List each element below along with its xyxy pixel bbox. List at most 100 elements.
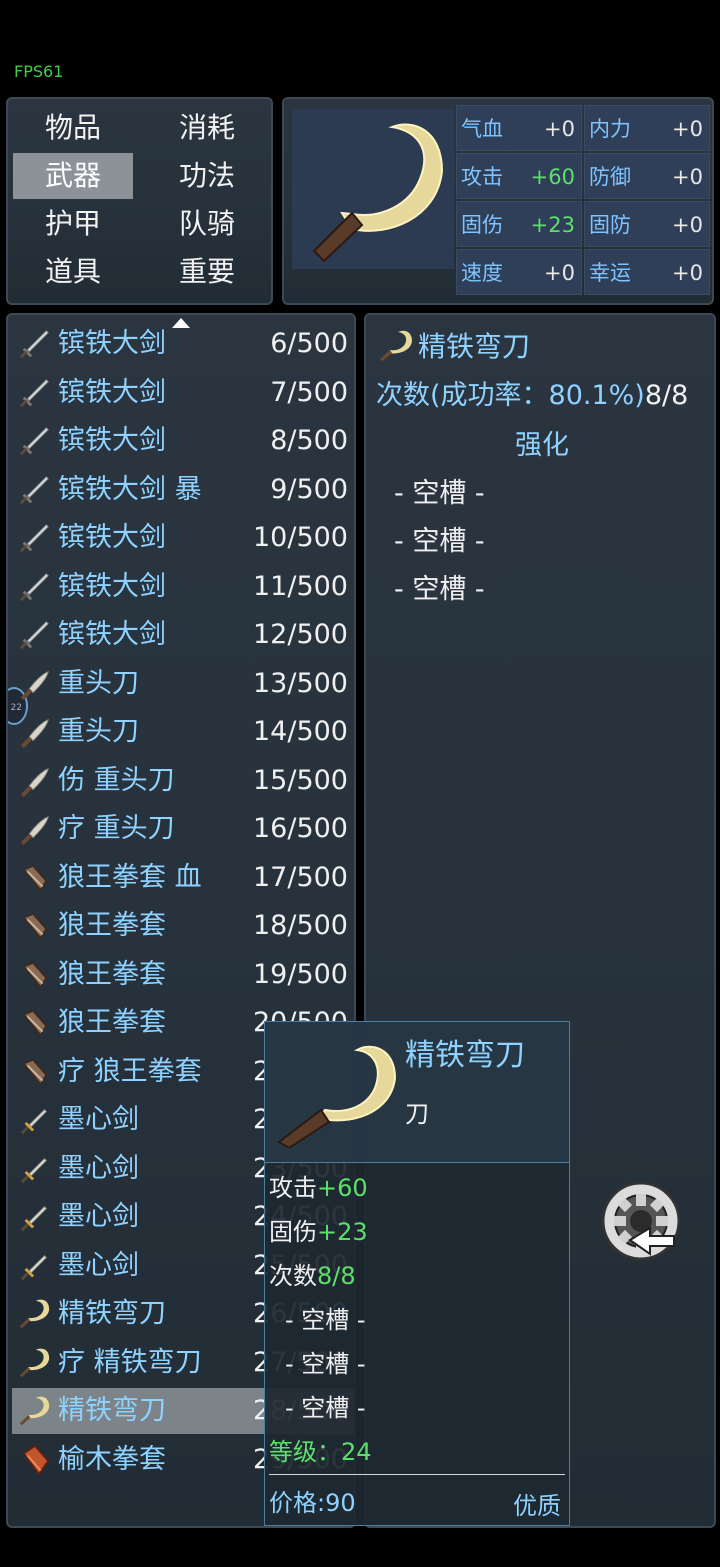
tooltip-attack: 攻击+60 [269,1168,368,1203]
tooltip-header: 精铁弯刀 刀 [265,1022,569,1163]
item-name: 墨心剑 [58,1249,139,1281]
list-item[interactable]: 镔铁大剑 12/500 [12,612,354,658]
item-count: 9/500 [270,473,348,505]
enhance-times: 次数(成功率：80.1%)8/8 [376,373,688,412]
tooltip-price: 价格:90 [269,1489,356,1517]
stat-name: 固伤 [461,213,503,237]
stat-name: 防御 [589,165,631,189]
list-item[interactable]: 镔铁大剑 10/500 [12,515,354,561]
item-name: 墨心剑 [58,1104,139,1135]
stat-cell: 气血 +0 [456,105,582,151]
sword-icon [19,621,49,650]
stat-value: +0 [672,261,703,285]
list-item[interactable]: 重头刀 13/500 [12,661,354,707]
empty-slot[interactable]: - 空槽 - [394,567,485,606]
item-count: 18/500 [253,910,348,941]
list-item[interactable]: 镔铁大剑 7/500 [12,370,354,416]
sickle-icon [19,1396,50,1426]
stat-cell: 固防 +0 [584,201,710,247]
item-name: 墨心剑 [58,1201,139,1232]
category-panel: 物品 消耗 武器 功法 护甲 队骑 道具 重要 [6,97,273,305]
blade-icon [20,719,49,749]
category-tab[interactable]: 重要 [147,249,267,295]
sickle-icon [19,1348,50,1377]
item-name: 镔铁大剑 [58,425,166,456]
list-item[interactable]: 狼王拳套 血 17/500 [12,855,354,901]
item-count: 16/500 [253,813,348,844]
settings-gear-icon[interactable] [600,1180,682,1262]
item-name: 狼王拳套 [58,1007,166,1038]
stat-name: 内力 [589,117,631,141]
empty-slot[interactable]: - 空槽 - [394,519,485,558]
item-count: 14/500 [253,716,348,747]
stat-cell: 固伤 +23 [456,201,582,247]
list-item[interactable]: 重头刀 14/500 [12,709,354,755]
enhance-button[interactable]: 强化 [366,423,718,462]
stat-name: 固防 [589,213,631,237]
category-tab[interactable]: 护甲 [13,201,133,247]
tooltip-divider [269,1474,565,1475]
tooltip-item-type: 刀 [405,1100,429,1128]
blade-icon [20,767,49,797]
item-count: 13/500 [253,667,348,699]
category-tab[interactable]: 武器 [13,153,133,199]
blade-icon [20,816,49,846]
tooltip-attack-label: 攻击 [269,1174,317,1202]
item-name: 疗 重头刀 [58,813,175,844]
tooltip-attack-value: +60 [317,1174,368,1202]
stat-value: +23 [530,213,575,237]
list-item[interactable]: 镔铁大剑 8/500 [12,418,354,464]
list-item[interactable]: 镔铁大剑 11/500 [12,564,354,610]
equipment-stats-panel: 气血 +0 内力 +0 攻击 +60 防御 +0 固伤 +23 固防 +0 速度 +0 幸运 +0 [282,97,714,305]
sickle-icon [277,1045,397,1148]
category-tab[interactable]: 队骑 [147,201,267,247]
tooltip-slot: - 空槽 - [285,1350,366,1378]
item-name: 镔铁大剑 [58,328,166,359]
item-name: 墨心剑 [58,1152,139,1184]
stat-cell: 速度 +0 [456,249,582,295]
tooltip-times-label: 次数 [269,1262,317,1290]
sword-icon [19,330,49,359]
stat-name: 幸运 [589,261,631,285]
sword-icon [19,572,49,601]
item-count: 10/500 [253,522,348,553]
short-sword-icon [20,1108,48,1135]
stat-value: +0 [672,117,703,141]
equipped-item-preview [292,109,454,269]
stat-name: 气血 [461,117,503,141]
gauntlet-icon [22,1058,48,1086]
sickle-icon [312,123,444,263]
empty-slot[interactable]: - 空槽 - [394,471,485,510]
list-item[interactable]: 狼王拳套 18/500 [12,903,354,949]
enhance-times-value: 8/8 [644,380,689,411]
stat-value: +60 [530,165,575,189]
list-item[interactable]: 疗 重头刀 16/500 [12,806,354,852]
category-tab[interactable]: 功法 [147,153,267,199]
short-sword-icon [20,1254,48,1280]
short-sword-icon [20,1205,48,1232]
item-count: 17/500 [253,861,348,893]
stat-value: +0 [544,261,575,285]
sword-icon [19,475,49,504]
item-count: 11/500 [253,570,348,602]
list-item[interactable]: 镔铁大剑 暴 9/500 [12,467,354,513]
category-tab[interactable]: 消耗 [147,105,267,151]
item-count: 8/500 [270,425,348,456]
scroll-up-icon[interactable] [172,318,190,328]
item-name: 镔铁大剑 [58,570,166,602]
list-item[interactable]: 伤 重头刀 15/500 [12,758,354,804]
sickle-icon [19,1299,50,1329]
tooltip-quality: 优质 [513,1492,561,1520]
list-item[interactable]: 狼王拳套 19/500 [12,952,354,998]
stat-cell: 内力 +0 [584,105,710,151]
blade-icon [20,670,49,700]
category-tab[interactable]: 物品 [13,105,133,151]
tooltip-fixdmg-label: 固伤 [269,1218,317,1246]
item-name: 镔铁大剑 [58,376,166,408]
gauntlet-icon [22,961,48,989]
item-name: 疗 精铁弯刀 [58,1346,202,1378]
category-tab[interactable]: 道具 [13,249,133,295]
item-name: 镔铁大剑 [58,619,166,650]
gauntlet-icon [22,1009,48,1037]
gauntlet-icon [22,912,48,940]
